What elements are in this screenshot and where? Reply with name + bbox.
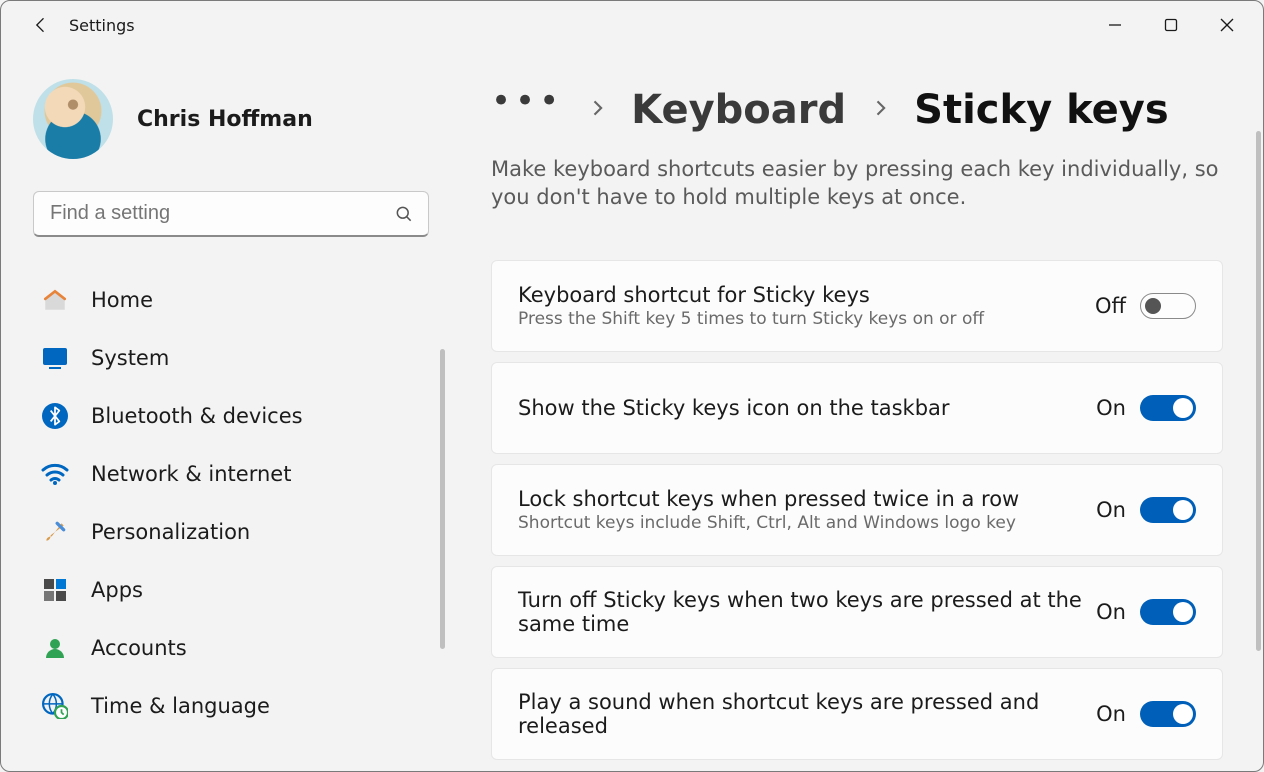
system-icon: [41, 344, 69, 372]
avatar: [33, 79, 113, 159]
setting-title: Turn off Sticky keys when two keys are p…: [518, 588, 1096, 636]
chevron-right-icon: [870, 98, 890, 122]
setting-title: Lock shortcut keys when pressed twice in…: [518, 487, 1096, 511]
search-box[interactable]: [33, 191, 429, 237]
wifi-icon: [41, 460, 69, 488]
toggle-play-sound[interactable]: [1140, 701, 1196, 727]
sidebar-nav: Home System Bluetooth & devices Network …: [33, 271, 429, 735]
content-area: ••• Keyboard Sticky keys Make keyboard s…: [451, 49, 1263, 771]
sidebar-item-label: System: [91, 346, 169, 370]
sidebar-item-home[interactable]: Home: [33, 271, 429, 329]
search-input[interactable]: [48, 201, 384, 226]
sidebar-item-time-language[interactable]: Time & language: [33, 677, 429, 735]
sidebar-item-accounts[interactable]: Accounts: [33, 619, 429, 677]
setting-row-lock-twice: Lock shortcut keys when pressed twice in…: [491, 464, 1223, 556]
toggle-state-label: On: [1096, 396, 1126, 420]
window-maximize-button[interactable]: [1143, 5, 1199, 45]
sidebar-item-label: Home: [91, 288, 153, 312]
sidebar-item-label: Bluetooth & devices: [91, 404, 303, 428]
setting-subtitle: Shortcut keys include Shift, Ctrl, Alt a…: [518, 513, 1096, 533]
sidebar-item-label: Accounts: [91, 636, 187, 660]
brush-icon: [41, 518, 69, 546]
back-button[interactable]: [21, 5, 61, 45]
content-scrollbar[interactable]: [1256, 131, 1261, 651]
sidebar-item-bluetooth[interactable]: Bluetooth & devices: [33, 387, 429, 445]
sidebar: Chris Hoffman Home System: [1, 49, 451, 771]
setting-row-two-keys: Turn off Sticky keys when two keys are p…: [491, 566, 1223, 658]
sidebar-item-apps[interactable]: Apps: [33, 561, 429, 619]
setting-subtitle: Press the Shift key 5 times to turn Stic…: [518, 309, 1095, 329]
globe-clock-icon: [41, 692, 69, 720]
settings-list: Keyboard shortcut for Sticky keys Press …: [491, 260, 1223, 760]
apps-icon: [41, 576, 69, 604]
close-icon: [1220, 18, 1234, 32]
toggle-keyboard-shortcut[interactable]: [1140, 293, 1196, 319]
window-close-button[interactable]: [1199, 5, 1255, 45]
sidebar-item-personalization[interactable]: Personalization: [33, 503, 429, 561]
breadcrumb-overflow[interactable]: •••: [491, 95, 563, 109]
page-title: Sticky keys: [914, 87, 1169, 133]
setting-row-keyboard-shortcut: Keyboard shortcut for Sticky keys Press …: [491, 260, 1223, 352]
toggle-state-label: Off: [1095, 294, 1126, 318]
home-icon: [41, 286, 69, 314]
breadcrumb-parent[interactable]: Keyboard: [631, 87, 846, 133]
profile-name: Chris Hoffman: [137, 107, 313, 132]
toggle-taskbar-icon[interactable]: [1140, 395, 1196, 421]
page-description: Make keyboard shortcuts easier by pressi…: [491, 155, 1221, 212]
profile-block[interactable]: Chris Hoffman: [33, 79, 429, 159]
toggle-two-keys[interactable]: [1140, 599, 1196, 625]
toggle-state-label: On: [1096, 498, 1126, 522]
toggle-lock-twice[interactable]: [1140, 497, 1196, 523]
sidebar-item-label: Time & language: [91, 694, 270, 718]
search-icon: [394, 204, 414, 224]
toggle-state-label: On: [1096, 600, 1126, 624]
person-icon: [41, 634, 69, 662]
toggle-state-label: On: [1096, 702, 1126, 726]
sidebar-item-label: Apps: [91, 578, 143, 602]
window-controls: [1087, 5, 1255, 45]
maximize-icon: [1164, 18, 1178, 32]
sidebar-item-label: Personalization: [91, 520, 250, 544]
breadcrumb: ••• Keyboard Sticky keys: [491, 87, 1223, 133]
sidebar-item-label: Network & internet: [91, 462, 291, 486]
back-arrow-icon: [31, 15, 51, 35]
window-minimize-button[interactable]: [1087, 5, 1143, 45]
sidebar-item-network[interactable]: Network & internet: [33, 445, 429, 503]
title-bar: Settings: [1, 1, 1263, 49]
chevron-right-icon: [587, 98, 607, 122]
setting-title: Play a sound when shortcut keys are pres…: [518, 690, 1096, 738]
app-title: Settings: [69, 16, 135, 35]
sidebar-item-system[interactable]: System: [33, 329, 429, 387]
setting-title: Keyboard shortcut for Sticky keys: [518, 283, 1095, 307]
bluetooth-icon: [41, 402, 69, 430]
minimize-icon: [1108, 18, 1122, 32]
setting-row-play-sound: Play a sound when shortcut keys are pres…: [491, 668, 1223, 760]
setting-title: Show the Sticky keys icon on the taskbar: [518, 396, 1096, 420]
sidebar-scrollbar[interactable]: [440, 349, 445, 649]
setting-row-taskbar-icon: Show the Sticky keys icon on the taskbar…: [491, 362, 1223, 454]
